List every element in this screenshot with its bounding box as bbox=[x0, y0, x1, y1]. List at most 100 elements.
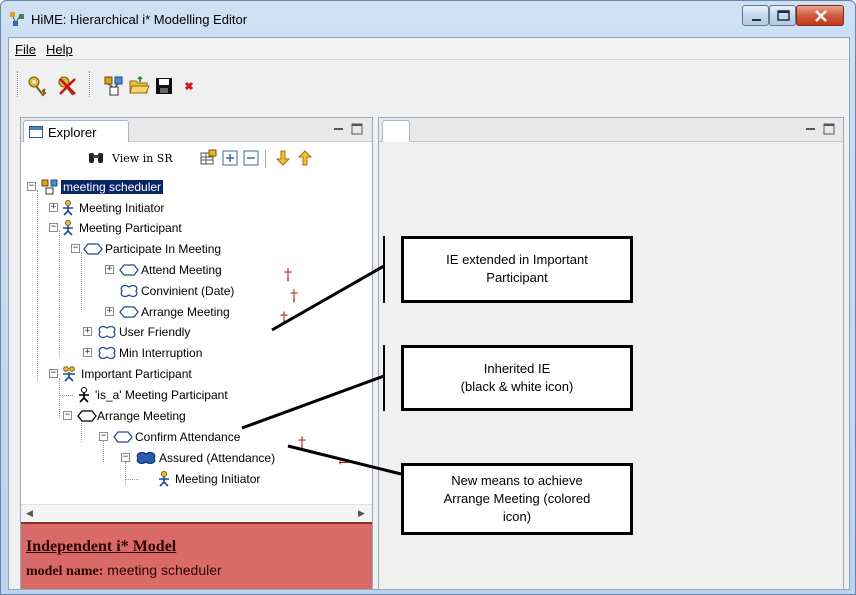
scroll-left-icon[interactable]: ◀ bbox=[26, 508, 33, 519]
editor-maximize-icon[interactable] bbox=[823, 123, 835, 135]
actor-icon bbox=[63, 220, 73, 236]
editor-tab[interactable] bbox=[382, 120, 410, 142]
editor-tab-bar bbox=[379, 118, 843, 142]
tree-guide bbox=[103, 440, 104, 462]
extension-marker-icon: † bbox=[280, 308, 288, 327]
task-bw-icon bbox=[77, 410, 97, 422]
collapse-toggle[interactable]: − bbox=[27, 182, 36, 191]
collapse-all-icon[interactable] bbox=[242, 149, 260, 167]
menu-file-label: File bbox=[15, 42, 36, 57]
model-tree: − meeting scheduler + Meeting Initiator … bbox=[21, 176, 372, 504]
panel-maximize-icon[interactable] bbox=[351, 123, 363, 135]
horizontal-scrollbar[interactable]: ◀ ▶ bbox=[21, 504, 372, 521]
callout-line: New means to achieve bbox=[451, 473, 583, 488]
tree-toolbar-separator bbox=[265, 150, 266, 168]
tree-node-label: Meeting Initiator bbox=[79, 201, 165, 215]
callout-line: IE extended in Important bbox=[446, 252, 588, 267]
binoculars-icon[interactable] bbox=[87, 149, 105, 167]
tree-node-label: Confirm Attendance bbox=[135, 430, 241, 444]
app-icon bbox=[10, 12, 24, 26]
explorer-tab[interactable]: Explorer bbox=[23, 120, 129, 142]
close-button[interactable] bbox=[796, 5, 844, 26]
tree-node-label: Min Interruption bbox=[119, 346, 203, 360]
arrow-down-icon[interactable] bbox=[274, 149, 292, 167]
maximize-button[interactable] bbox=[769, 5, 796, 26]
minimize-icon bbox=[752, 19, 761, 21]
tree-node-label: Arrange Meeting bbox=[141, 305, 230, 319]
collapse-toggle[interactable]: − bbox=[71, 244, 80, 253]
expand-toggle[interactable]: + bbox=[105, 307, 114, 316]
menu-help[interactable]: Help bbox=[46, 42, 73, 57]
model-icon bbox=[41, 179, 58, 195]
tree-node-label: Arrange Meeting bbox=[97, 409, 186, 423]
actor-icon bbox=[63, 200, 73, 216]
close-red-x-icon[interactable] bbox=[178, 75, 200, 97]
explorer-tab-label: Explorer bbox=[48, 125, 97, 140]
tree-guide bbox=[59, 395, 73, 396]
tree-node-label: Assured (Attendance) bbox=[159, 451, 276, 465]
tree-node-label: Participate In Meeting bbox=[105, 242, 222, 256]
expand-all-icon[interactable] bbox=[221, 149, 239, 167]
model-name-line: model name: meeting scheduler bbox=[26, 562, 222, 580]
menu-help-label: Help bbox=[46, 42, 73, 57]
menu-bar: File Help bbox=[9, 38, 849, 60]
window-title: HiME: Hierarchical i* Modelling Editor bbox=[31, 12, 248, 27]
collapse-toggle[interactable]: − bbox=[121, 453, 130, 462]
tree-guide bbox=[59, 230, 60, 356]
collapse-toggle[interactable]: − bbox=[63, 411, 72, 420]
save-icon[interactable] bbox=[153, 75, 175, 97]
callout-line: Inherited IE bbox=[483, 361, 551, 376]
toolbar-grip bbox=[17, 71, 18, 97]
tree-guide bbox=[125, 462, 126, 484]
tree-node-label: Meeting Participant bbox=[79, 221, 182, 235]
tree-toolbar: View in SR bbox=[21, 145, 372, 173]
actor-double-icon bbox=[63, 366, 75, 382]
tree-guide bbox=[59, 378, 60, 418]
callout-new-means: New means to achieve Arrange Meeting (co… bbox=[401, 463, 633, 535]
expand-toggle[interactable]: + bbox=[83, 348, 92, 357]
softgoal-icon bbox=[120, 284, 138, 298]
panel-minimize-icon[interactable] bbox=[333, 123, 345, 135]
model-name-value: meeting scheduler bbox=[107, 562, 222, 578]
scroll-right-icon[interactable]: ▶ bbox=[358, 508, 365, 519]
editor-minimize-icon[interactable] bbox=[805, 123, 817, 135]
arrow-up-icon[interactable] bbox=[296, 149, 314, 167]
close-icon bbox=[815, 10, 827, 22]
maximize-icon bbox=[777, 10, 790, 21]
tree-guide bbox=[81, 420, 82, 442]
actor-icon bbox=[159, 471, 169, 487]
task-icon bbox=[119, 306, 139, 318]
view-in-sr-button[interactable]: View in SR bbox=[112, 152, 173, 165]
explorer-window-icon bbox=[29, 126, 43, 138]
open-folder-icon[interactable] bbox=[128, 75, 150, 97]
callout-extended-ie: IE extended in Important Participant bbox=[401, 236, 633, 303]
extension-marker-icon: † bbox=[284, 265, 292, 284]
key-remove-icon[interactable] bbox=[56, 75, 78, 97]
model-info-box: Independent i* Model model name: meeting… bbox=[21, 522, 372, 589]
extension-marker-icon: ↩ bbox=[338, 455, 350, 471]
collapse-toggle[interactable]: − bbox=[99, 432, 108, 441]
minimize-button[interactable] bbox=[742, 5, 769, 26]
model-type-title: Independent i* Model bbox=[26, 538, 177, 555]
callout-line: Participant bbox=[486, 270, 548, 285]
tree-node-label: Attend Meeting bbox=[141, 263, 222, 277]
collapse-toggle[interactable]: − bbox=[49, 369, 58, 378]
expand-toggle[interactable]: + bbox=[83, 327, 92, 336]
collapse-toggle[interactable]: − bbox=[49, 223, 58, 232]
task-icon bbox=[113, 431, 133, 443]
tree-node-label: Important Participant bbox=[81, 367, 192, 381]
callout-line: (black & white icon) bbox=[460, 379, 574, 394]
expand-toggle[interactable]: + bbox=[105, 265, 114, 274]
menu-file[interactable]: File bbox=[15, 42, 36, 57]
tree-node-label: 'is_a' Meeting Participant bbox=[95, 388, 228, 402]
new-model-icon[interactable] bbox=[103, 75, 125, 97]
expand-toggle[interactable]: + bbox=[49, 203, 58, 212]
softgoal-filled-icon bbox=[136, 452, 156, 464]
table-icon[interactable] bbox=[199, 149, 217, 167]
title-bar[interactable]: HiME: Hierarchical i* Modelling Editor bbox=[1, 1, 855, 37]
extension-marker-icon: † bbox=[298, 433, 306, 452]
key-icon[interactable] bbox=[26, 75, 48, 97]
task-icon bbox=[119, 264, 139, 276]
model-name-key: model name: bbox=[26, 564, 104, 579]
callout-line: icon) bbox=[502, 509, 532, 524]
